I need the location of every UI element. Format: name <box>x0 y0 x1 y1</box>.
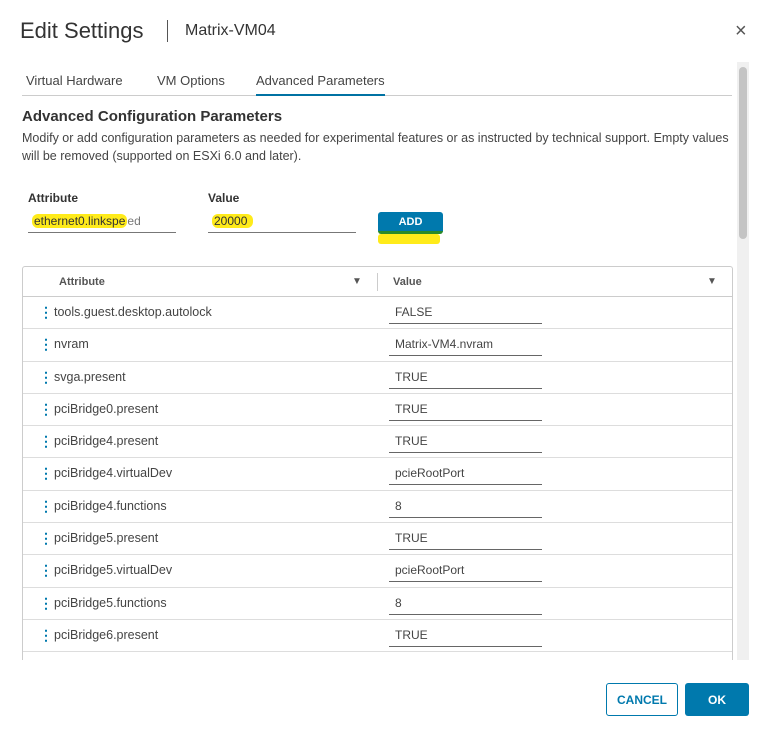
row-attribute: pciBridge5.present <box>54 531 159 546</box>
row-actions-icon[interactable]: ⋮ <box>39 595 53 612</box>
title-divider <box>167 20 168 42</box>
tab-bar: Virtual Hardware VM Options Advanced Par… <box>22 70 732 96</box>
table-row: ⋮ pciBridge5.present TRUE <box>23 523 732 556</box>
table-row: ⋮ nvram Matrix-VM4.nvram <box>23 329 732 362</box>
parameters-grid: Attribute ▼ Value ▼ ⋮ tools.guest.desktop… <box>22 266 733 660</box>
vm-name: Matrix-VM04 <box>185 22 276 39</box>
row-value-input[interactable]: 8 <box>389 593 542 615</box>
attribute-label: Attribute <box>28 191 78 205</box>
value-label: Value <box>208 191 240 205</box>
row-actions-icon[interactable]: ⋮ <box>39 498 53 515</box>
row-actions-icon[interactable]: ⋮ <box>39 433 53 450</box>
row-actions-icon[interactable]: ⋮ <box>39 304 53 321</box>
highlight-mark <box>378 234 440 244</box>
row-actions-icon[interactable]: ⋮ <box>39 562 53 579</box>
row-actions-icon[interactable]: ⋮ <box>39 627 53 644</box>
row-value-input[interactable]: TRUE <box>389 367 542 389</box>
row-actions-icon[interactable]: ⋮ <box>39 465 53 482</box>
table-row: ⋮ svga.present TRUE <box>23 362 732 394</box>
table-row: ⋮ pciBridge0.present TRUE <box>23 394 732 427</box>
filter-icon[interactable]: ▼ <box>352 276 362 287</box>
add-button[interactable]: ADD <box>378 212 443 234</box>
row-attribute: pciBridge4.present <box>54 434 159 449</box>
row-actions-icon[interactable]: ⋮ <box>39 659 53 660</box>
row-attribute: pciBridge6.present <box>54 627 159 642</box>
table-row: ⋮ pciBridge6.present TRUE <box>23 620 732 653</box>
grid-header: Attribute ▼ Value ▼ <box>23 267 732 297</box>
table-row: ⋮pciBridge6.virtualDev <box>23 652 732 660</box>
row-value-input[interactable]: TRUE <box>389 528 542 551</box>
tab-virtual-hardware[interactable]: Virtual Hardware <box>26 73 123 88</box>
table-row: ⋮ pciBridge5.functions 8 <box>23 588 732 620</box>
row-attribute: pciBridge4.functions <box>54 498 167 513</box>
table-row: ⋮ tools.guest.desktop.autolock FALSE <box>23 297 732 330</box>
tab-vm-options[interactable]: VM Options <box>157 73 225 88</box>
row-value-input[interactable]: pcieRootPort <box>389 560 542 583</box>
row-value-input[interactable]: TRUE <box>389 399 542 421</box>
close-icon[interactable]: × <box>735 20 747 43</box>
row-actions-icon[interactable]: ⋮ <box>39 369 53 386</box>
row-actions-icon[interactable]: ⋮ <box>39 530 53 547</box>
row-attribute: pciBridge5.functions <box>54 595 167 610</box>
scrollbar-thumb[interactable] <box>739 67 747 239</box>
row-attribute: pciBridge5.virtualDev <box>54 563 173 578</box>
table-row: ⋮ pciBridge4.present TRUE <box>23 426 732 459</box>
cancel-button[interactable]: CANCEL <box>606 683 678 716</box>
section-description: Modify or add configuration parameters a… <box>22 131 729 163</box>
row-actions-icon[interactable]: ⋮ <box>39 401 53 418</box>
row-attribute: pciBridge0.present <box>54 401 159 416</box>
row-value-input[interactable]: FALSE <box>389 302 542 324</box>
section-heading: Advanced Configuration Parameters <box>22 108 283 125</box>
row-value-input[interactable]: pcieRootPort <box>389 463 542 486</box>
attribute-input[interactable]: ethernet0.linkspe ed <box>28 210 176 233</box>
value-input-text: 20000 <box>212 214 254 228</box>
attribute-input-highlighted: ethernet0.linkspe <box>32 214 128 228</box>
row-value-input[interactable]: TRUE <box>389 625 542 647</box>
tab-advanced-parameters[interactable]: Advanced Parameters <box>256 73 385 96</box>
column-header-attribute[interactable]: Attribute <box>59 276 105 288</box>
table-row: ⋮ pciBridge4.functions 8 <box>23 491 732 524</box>
ok-button[interactable]: OK <box>685 683 749 716</box>
value-input[interactable]: 20000 <box>208 210 356 233</box>
filter-icon[interactable]: ▼ <box>707 276 717 287</box>
row-attribute: nvram <box>54 337 89 352</box>
column-divider[interactable] <box>377 273 378 291</box>
row-attribute: svga.present <box>54 369 126 384</box>
table-row: ⋮ pciBridge4.virtualDev pcieRootPort <box>23 458 732 491</box>
row-actions-icon[interactable]: ⋮ <box>39 336 53 353</box>
row-attribute: pciBridge4.virtualDev <box>54 466 173 481</box>
row-attribute: tools.guest.desktop.autolock <box>54 305 212 319</box>
row-value-input[interactable]: Matrix-VM4.nvram <box>389 334 542 357</box>
attribute-input-rest: ed <box>127 214 141 228</box>
column-header-value[interactable]: Value <box>393 276 422 288</box>
row-value-input[interactable]: TRUE <box>389 431 542 454</box>
row-value-input[interactable]: 8 <box>389 496 542 518</box>
table-row: ⋮ pciBridge5.virtualDev pcieRootPort <box>23 555 732 588</box>
dialog-title: Edit Settings <box>20 18 144 43</box>
